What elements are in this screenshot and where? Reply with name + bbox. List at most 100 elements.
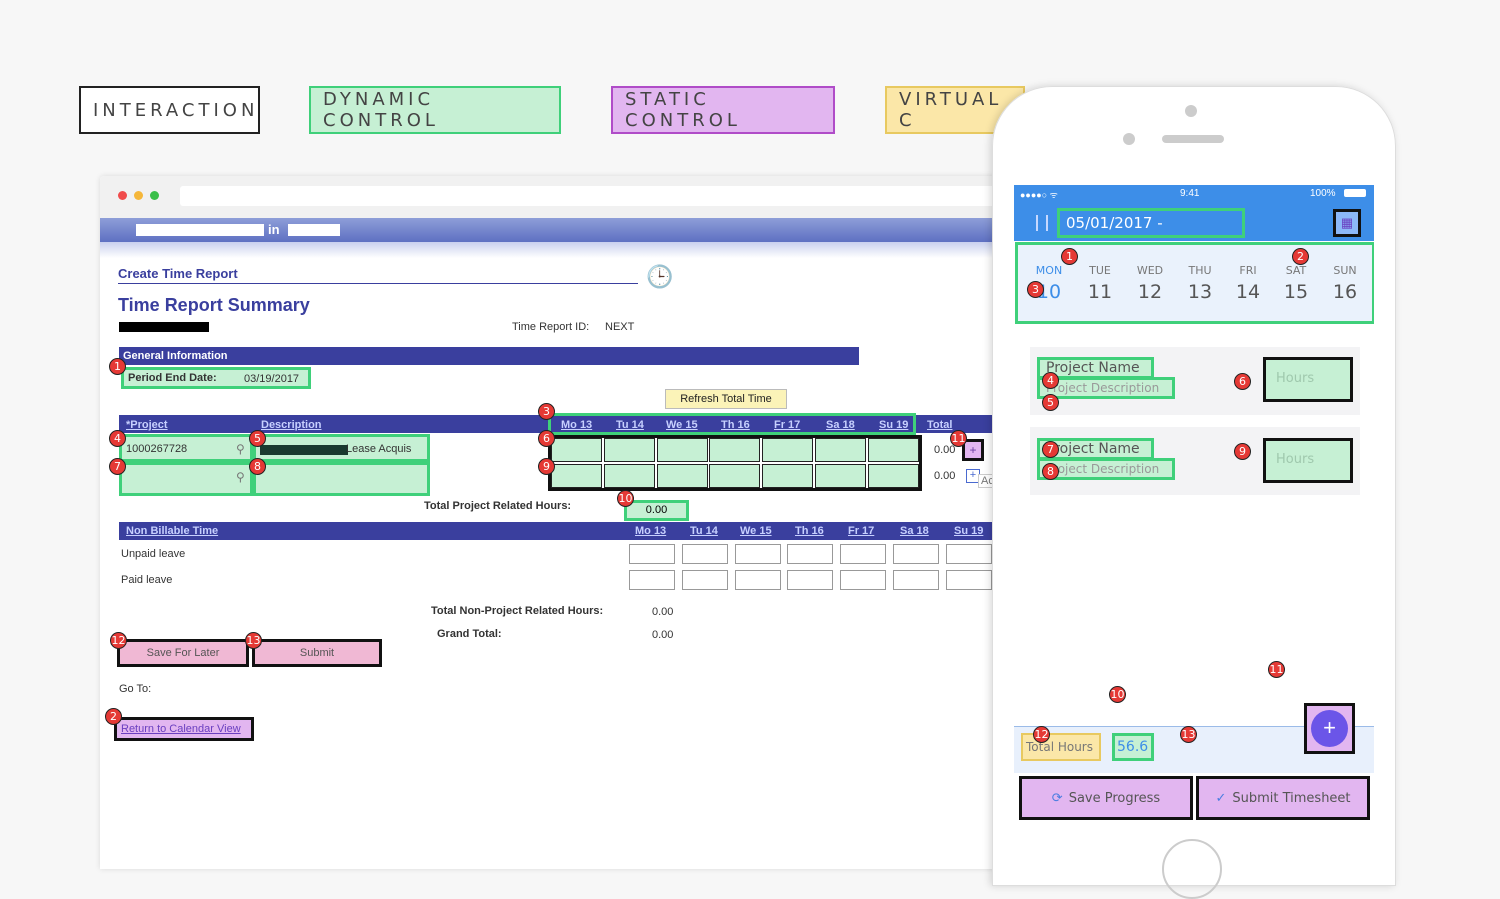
project-input-row1[interactable]: 1000267728 ⚲ — [119, 434, 253, 462]
hours-cell[interactable] — [709, 464, 760, 488]
week-day-number[interactable]: 15 — [1276, 281, 1316, 303]
return-to-calendar-link[interactable]: Return to Calendar View — [114, 717, 254, 741]
hours-cell[interactable] — [657, 464, 708, 488]
save-progress-button[interactable]: ⟳ Save Progress — [1019, 776, 1193, 820]
hours-cell[interactable] — [551, 438, 602, 462]
total-non-project-value: 0.00 — [652, 606, 674, 618]
leave-hours-cell[interactable] — [629, 544, 675, 564]
phone-home-button[interactable] — [1162, 839, 1222, 899]
leave-hours-cell[interactable] — [893, 544, 939, 564]
date-range-selector[interactable]: 05/01/2017 - 05/15/2017 — [1057, 208, 1245, 256]
breadcrumb[interactable]: Create Time Report — [118, 266, 238, 281]
maximize-dot-icon[interactable] — [150, 191, 159, 200]
leave-hours-cell[interactable] — [682, 544, 728, 564]
non-billable-day-header[interactable]: Sa 18 — [900, 525, 929, 537]
day-column-header[interactable]: Fr 17 — [774, 419, 800, 431]
address-bar[interactable] — [180, 186, 1060, 206]
redacted-description — [260, 445, 348, 455]
leave-hours-cell[interactable] — [787, 544, 833, 564]
leave-hours-cell[interactable] — [735, 544, 781, 564]
non-billable-day-header[interactable]: Th 16 — [795, 525, 824, 537]
week-day-number[interactable]: 13 — [1180, 281, 1220, 303]
leave-hours-cell[interactable] — [840, 544, 886, 564]
search-icon[interactable]: ⚲ — [236, 442, 245, 456]
description-field-row1[interactable]: Lease Acquis — [253, 434, 430, 462]
leave-hours-cell[interactable] — [787, 570, 833, 590]
week-day-number[interactable]: 12 — [1130, 281, 1170, 303]
card1-hours-input[interactable]: Hours — [1263, 357, 1353, 402]
card2-hours-input[interactable]: Hours — [1263, 438, 1353, 483]
leave-hours-cell[interactable] — [682, 570, 728, 590]
leave-hours-cell[interactable] — [946, 570, 992, 590]
step-badge: 6 — [1234, 373, 1251, 390]
submit-button[interactable]: Submit — [252, 639, 382, 667]
description-field-row2[interactable] — [253, 462, 430, 496]
day-column-header[interactable]: Su 19 — [879, 419, 908, 431]
description-column-header[interactable]: Description — [261, 419, 322, 431]
leave-hours-cell[interactable] — [946, 544, 992, 564]
header-swoosh — [100, 242, 1100, 258]
day-column-header[interactable]: Th 16 — [721, 419, 750, 431]
week-day-name: TUE — [1089, 264, 1111, 277]
day-column-header[interactable]: Tu 14 — [616, 419, 644, 431]
hours-cell[interactable] — [709, 438, 760, 462]
day-column-header[interactable]: Sa 18 — [826, 419, 855, 431]
day-column-header[interactable]: We 15 — [666, 419, 698, 431]
refresh-total-time-button[interactable]: Refresh Total Time — [665, 389, 787, 409]
hours-cell[interactable] — [762, 464, 813, 488]
non-billable-day-header[interactable]: Su 19 — [954, 525, 983, 537]
total-column-header[interactable]: Total — [927, 419, 952, 431]
week-day-name: FRI — [1239, 264, 1257, 277]
step-badge: 12 — [110, 632, 127, 649]
non-billable-day-header[interactable]: Mo 13 — [635, 525, 666, 537]
week-day-number[interactable]: 16 — [1325, 281, 1365, 303]
close-dot-icon[interactable] — [118, 191, 127, 200]
menu-icon[interactable] — [1036, 215, 1048, 231]
period-end-value: 03/19/2017 — [244, 373, 300, 385]
leave-hours-cell[interactable] — [893, 570, 939, 590]
hours-cell[interactable] — [551, 464, 602, 488]
hours-cell[interactable] — [604, 438, 655, 462]
period-end-date-field[interactable]: Period End Date: 03/19/2017 — [121, 367, 311, 389]
page-title: Time Report Summary — [118, 295, 310, 315]
week-day-number[interactable]: 14 — [1228, 281, 1268, 303]
step-badge: 3 — [538, 403, 555, 420]
period-end-label: Period End Date: — [128, 372, 217, 384]
step-badge: 13 — [1180, 726, 1197, 743]
project-input-row2[interactable]: ⚲ — [119, 462, 253, 496]
week-day-number[interactable]: 11 — [1080, 281, 1120, 303]
card1-hours-placeholder: Hours — [1276, 371, 1315, 386]
hours-cell[interactable] — [815, 464, 866, 488]
battery-icon — [1344, 189, 1366, 197]
total-project-value: 0.00 — [645, 504, 668, 516]
leave-hours-cell[interactable] — [735, 570, 781, 590]
search-icon[interactable]: ⚲ — [236, 470, 245, 484]
step-badge: 4 — [109, 430, 126, 447]
hours-cell[interactable] — [815, 438, 866, 462]
submit-timesheet-button[interactable]: ✓ Submit Timesheet — [1196, 776, 1370, 820]
go-to-label: Go To: — [119, 683, 152, 695]
leave-hours-cell[interactable] — [629, 570, 675, 590]
non-billable-day-header[interactable]: Tu 14 — [690, 525, 718, 537]
calendar-icon[interactable]: ▦ — [1333, 209, 1361, 237]
add-project-fab[interactable]: + — [1304, 703, 1355, 754]
hours-cell[interactable] — [604, 464, 655, 488]
non-billable-day-header[interactable]: Fr 17 — [848, 525, 874, 537]
step-badge: 5 — [249, 430, 266, 447]
hours-cell[interactable] — [762, 438, 813, 462]
save-for-later-button[interactable]: Save For Later — [117, 639, 249, 667]
minimize-dot-icon[interactable] — [134, 191, 143, 200]
day-column-header[interactable]: Mo 13 — [561, 419, 592, 431]
project-column-header[interactable]: *Project — [126, 419, 168, 431]
leave-hours-cell[interactable] — [840, 570, 886, 590]
hours-cell[interactable] — [868, 438, 919, 462]
phone-sensor — [1123, 133, 1135, 145]
step-badge: 4 — [1042, 372, 1059, 389]
non-billable-header-label[interactable]: Non Billable Time — [126, 525, 218, 537]
refresh-label: Refresh Total Time — [680, 393, 772, 405]
step-badge: 1 — [109, 358, 126, 375]
hours-cell[interactable] — [657, 438, 708, 462]
step-badge: 10 — [617, 490, 634, 507]
hours-cell[interactable] — [868, 464, 919, 488]
non-billable-day-header[interactable]: We 15 — [740, 525, 772, 537]
